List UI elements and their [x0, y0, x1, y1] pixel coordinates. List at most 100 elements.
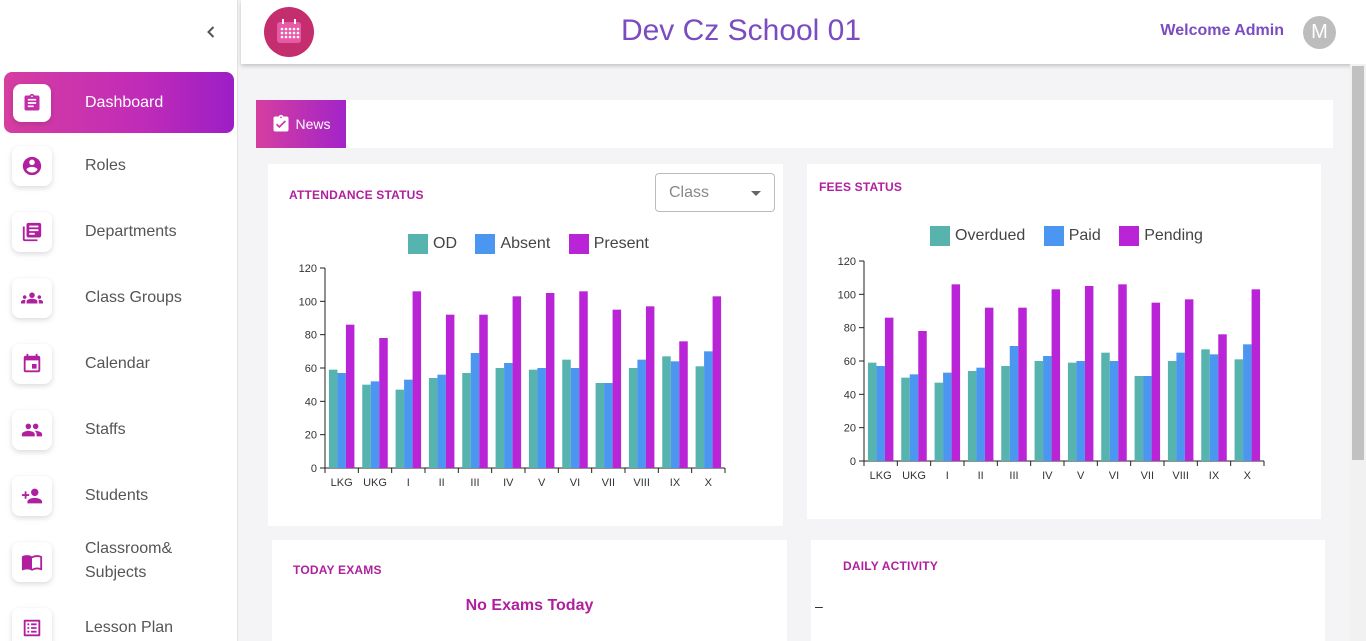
- bar[interactable]: [595, 383, 605, 468]
- bar[interactable]: [1018, 307, 1027, 461]
- bar[interactable]: [612, 309, 622, 468]
- bar[interactable]: [984, 307, 994, 461]
- bar[interactable]: [562, 359, 571, 468]
- bar[interactable]: [579, 291, 588, 468]
- bar[interactable]: [570, 368, 580, 468]
- bar[interactable]: [404, 379, 413, 468]
- sidebar-item-class-groups[interactable]: Class Groups: [0, 265, 237, 331]
- bar[interactable]: [967, 371, 977, 461]
- bar[interactable]: [637, 359, 646, 468]
- bar[interactable]: [943, 372, 952, 461]
- bar[interactable]: [428, 378, 438, 468]
- bar[interactable]: [1109, 361, 1119, 461]
- bar[interactable]: [1134, 376, 1144, 461]
- bar[interactable]: [462, 373, 471, 468]
- bar[interactable]: [470, 353, 480, 468]
- bar[interactable]: [1101, 352, 1110, 461]
- bar[interactable]: [345, 324, 355, 468]
- sidebar-item-lesson-plan[interactable]: Lesson Plan: [0, 595, 237, 641]
- bar[interactable]: [712, 296, 722, 468]
- x-tick-label: V: [538, 477, 546, 489]
- sidebar-item-calendar[interactable]: Calendar: [0, 331, 237, 397]
- sidebar-item-label: Staffs: [85, 421, 126, 438]
- scrollbar-thumb[interactable]: [1352, 66, 1364, 460]
- bar[interactable]: [1084, 286, 1094, 461]
- bar[interactable]: [437, 374, 446, 468]
- y-tick-label: 20: [305, 430, 317, 442]
- bar[interactable]: [337, 373, 346, 468]
- bar[interactable]: [412, 291, 422, 468]
- bar[interactable]: [1034, 361, 1044, 461]
- bar[interactable]: [662, 356, 671, 468]
- bar[interactable]: [670, 361, 680, 468]
- bar[interactable]: [1184, 299, 1194, 461]
- bar[interactable]: [1001, 366, 1010, 461]
- news-tab-label: News: [295, 116, 331, 132]
- bar[interactable]: [1218, 334, 1227, 461]
- bar[interactable]: [1167, 361, 1177, 461]
- bar[interactable]: [918, 331, 927, 461]
- bar[interactable]: [362, 384, 371, 468]
- bar[interactable]: [704, 351, 713, 468]
- bar[interactable]: [1201, 349, 1210, 461]
- bar[interactable]: [328, 369, 338, 468]
- bar[interactable]: [479, 314, 488, 468]
- bar[interactable]: [370, 381, 380, 468]
- bar[interactable]: [1051, 289, 1061, 461]
- bar[interactable]: [876, 366, 885, 461]
- bar[interactable]: [1209, 354, 1219, 461]
- bar[interactable]: [537, 368, 546, 468]
- bar[interactable]: [679, 341, 688, 468]
- news-tab[interactable]: News: [256, 100, 346, 148]
- bar[interactable]: [528, 369, 538, 468]
- y-tick-label: 120: [299, 263, 317, 275]
- fees-card: FEES STATUS Overdued Paid Pending 0 20 40 6…: [807, 164, 1321, 519]
- sidebar-item-staffs[interactable]: Staffs: [0, 397, 237, 463]
- collapse-sidebar-button[interactable]: [199, 20, 223, 44]
- daily-activity-dash: –: [815, 598, 823, 614]
- bar[interactable]: [1143, 376, 1152, 461]
- bar[interactable]: [1009, 346, 1019, 461]
- bar[interactable]: [1234, 359, 1244, 461]
- sidebar-item-students[interactable]: Students: [0, 463, 237, 529]
- bar[interactable]: [545, 293, 555, 468]
- bar[interactable]: [1243, 344, 1252, 461]
- bar[interactable]: [1118, 284, 1127, 461]
- bar[interactable]: [395, 389, 405, 468]
- bar[interactable]: [1176, 352, 1185, 461]
- bar[interactable]: [951, 284, 961, 461]
- bar[interactable]: [1076, 361, 1085, 461]
- user-avatar[interactable]: M: [1303, 16, 1336, 49]
- sidebar-item-dashboard[interactable]: Dashboard: [4, 72, 234, 133]
- bar[interactable]: [379, 338, 388, 468]
- bar[interactable]: [1151, 302, 1161, 461]
- bar[interactable]: [504, 363, 513, 468]
- x-tick-label: VII: [1141, 470, 1154, 482]
- bar[interactable]: [901, 377, 910, 461]
- x-tick-label: VI: [1109, 470, 1119, 482]
- sidebar-item-classroom-subjects[interactable]: Classroom& Subjects: [0, 529, 237, 595]
- bar[interactable]: [884, 317, 894, 461]
- bar[interactable]: [495, 368, 505, 468]
- bar[interactable]: [909, 374, 919, 461]
- welcome-text: Welcome Admin: [1160, 22, 1284, 39]
- bar[interactable]: [445, 314, 455, 468]
- bar[interactable]: [1067, 362, 1077, 461]
- bar[interactable]: [867, 362, 877, 461]
- bar[interactable]: [976, 367, 985, 461]
- school-title: Dev Cz School 01: [620, 14, 862, 47]
- bar[interactable]: [645, 306, 655, 468]
- bar[interactable]: [1251, 289, 1261, 461]
- main-scrollbar[interactable]: [1350, 64, 1366, 641]
- bar[interactable]: [512, 296, 522, 468]
- bar[interactable]: [695, 366, 705, 468]
- bar[interactable]: [628, 368, 638, 468]
- sidebar-item-roles[interactable]: Roles: [0, 133, 237, 199]
- attendance-card: ATTENDANCE STATUS Class OD Absent Presen…: [268, 164, 783, 526]
- sidebar-item-departments[interactable]: Departments: [0, 199, 237, 265]
- bar[interactable]: [604, 383, 613, 468]
- groups-icon: [12, 278, 52, 318]
- bar[interactable]: [1043, 356, 1052, 461]
- bar[interactable]: [934, 382, 944, 461]
- top-header: Dev Cz School 01 Welcome Admin M: [241, 0, 1366, 64]
